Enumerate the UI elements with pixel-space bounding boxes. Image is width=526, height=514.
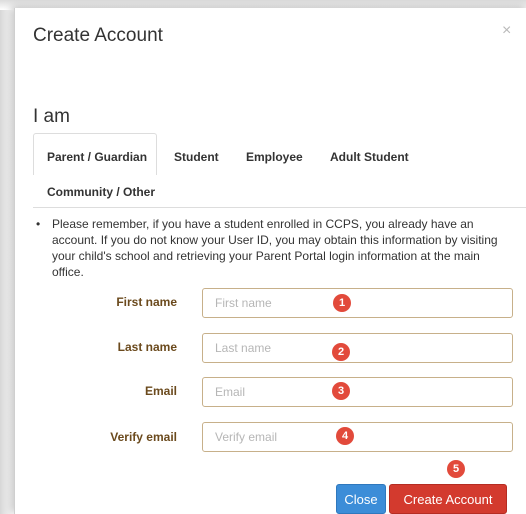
backdrop-shadow: [0, 0, 14, 514]
tab-adult-student[interactable]: Adult Student: [330, 150, 409, 164]
role-prompt: I am: [33, 106, 70, 127]
notice-text: Please remember, if you have a student e…: [52, 217, 498, 279]
step-badge-4: 4: [336, 427, 354, 445]
create-account-button[interactable]: Create Account: [389, 484, 507, 514]
step-badge-5: 5: [447, 460, 465, 478]
first-name-label: First name: [116, 295, 177, 309]
modal-title: Create Account: [33, 25, 163, 46]
verify-email-label: Verify email: [110, 430, 177, 444]
tab-parent-guardian[interactable]: Parent / Guardian: [47, 150, 147, 164]
tab-community-other[interactable]: Community / Other: [47, 185, 155, 199]
create-account-modal: Create Account × I am Parent / Guardian …: [14, 8, 526, 514]
close-icon[interactable]: ×: [502, 23, 511, 39]
step-badge-1: 1: [333, 294, 351, 312]
tab-employee[interactable]: Employee: [246, 150, 303, 164]
email-input[interactable]: [202, 377, 513, 407]
tab-divider: [33, 207, 526, 208]
verify-email-input[interactable]: [202, 422, 513, 452]
step-badge-2: 2: [332, 343, 350, 361]
email-label: Email: [144, 384, 177, 398]
step-badge-3: 3: [332, 382, 350, 400]
notice-bullet: •: [36, 217, 41, 231]
account-notice: • Please remember, if you have a student…: [36, 216, 514, 280]
first-name-input[interactable]: [202, 288, 513, 318]
tab-student[interactable]: Student: [174, 150, 219, 164]
last-name-label: Last name: [117, 340, 177, 354]
last-name-input[interactable]: [202, 333, 513, 363]
close-button[interactable]: Close: [336, 484, 386, 514]
